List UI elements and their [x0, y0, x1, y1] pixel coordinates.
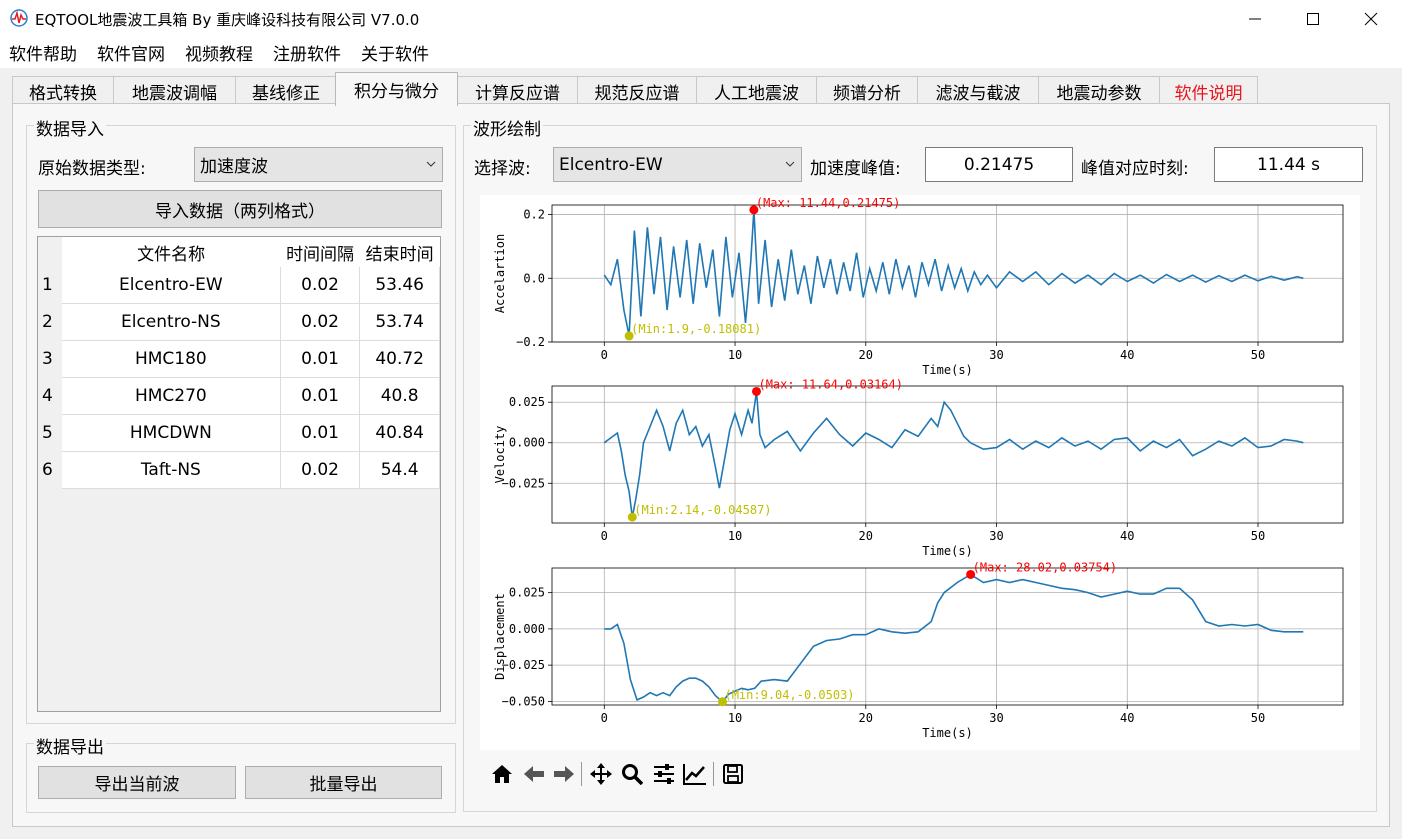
save-icon[interactable] [721, 762, 745, 786]
min-annotation: (Min:2.14,-0.04587) [634, 503, 771, 517]
configure-subplots-icon[interactable] [652, 762, 676, 786]
zoom-icon[interactable] [620, 762, 644, 786]
x-axis-label: Time(s) [922, 363, 973, 377]
x-tick-label: 0 [601, 348, 608, 362]
y-tick-label: 0.000 [509, 622, 545, 636]
x-tick-label: 10 [728, 529, 742, 543]
x-tick-label: 10 [728, 711, 742, 725]
forward-icon[interactable] [552, 762, 576, 786]
chart-3: 0 10 20 30 40 50 −0.050 −0.025 0.000 0.025 Time(s)… [493, 560, 1344, 740]
axes-frame [551, 567, 1344, 706]
series-line [603, 209, 1304, 336]
max-annotation: (Max: 11.44,0.21475) [756, 196, 901, 210]
toolbar-separator [581, 762, 582, 786]
max-annotation: (Max: 11.64,0.03164) [758, 377, 903, 391]
back-icon[interactable] [522, 762, 546, 786]
x-tick-label: 40 [1120, 348, 1134, 362]
y-axis-label: Displacement [493, 593, 507, 680]
series-line [604, 573, 1304, 703]
y-tick-label: −0.2 [516, 335, 545, 349]
x-tick-label: 10 [728, 348, 742, 362]
home-icon[interactable] [490, 762, 514, 786]
x-tick-label: 50 [1251, 711, 1265, 725]
plot-area[interactable]: 0 10 20 30 40 50 −0.2 0.0 0.2 Time(s) Accelartion (… [0, 0, 1402, 839]
series-line [603, 391, 1304, 518]
x-axis-label: Time(s) [922, 544, 973, 558]
y-tick-label: −0.025 [502, 476, 545, 490]
x-tick-label: 30 [989, 529, 1003, 543]
x-tick-label: 30 [989, 711, 1003, 725]
y-axis-label: Accelartion [493, 234, 507, 313]
x-tick-label: 40 [1120, 711, 1134, 725]
tab-integration-differentiation[interactable]: 积分与微分 [335, 72, 458, 106]
toolbar-separator [713, 762, 714, 786]
y-tick-label: −0.025 [502, 658, 545, 672]
y-tick-label: 0.025 [509, 586, 545, 600]
x-tick-label: 20 [859, 711, 873, 725]
y-axis-label: Velocity [493, 426, 507, 484]
max-annotation: (Max: 28.02,0.03754) [973, 560, 1117, 574]
min-annotation: (Min:1.9,-0.18081) [631, 322, 761, 336]
x-tick-label: 50 [1251, 529, 1265, 543]
x-tick-label: 50 [1251, 348, 1265, 362]
x-tick-label: 0 [601, 711, 608, 725]
y-tick-label: 0.2 [523, 208, 545, 222]
chart-2: 0 10 20 30 40 50 −0.025 0.000 0.025 Time(s) Veloci… [493, 377, 1344, 558]
chart-1: 0 10 20 30 40 50 −0.2 0.0 0.2 Time(s) Accelartion (… [493, 196, 1344, 377]
x-tick-label: 30 [989, 348, 1003, 362]
edit-axis-icon[interactable] [683, 762, 707, 786]
x-tick-label: 40 [1120, 529, 1134, 543]
x-tick-label: 20 [859, 529, 873, 543]
x-axis-label: Time(s) [922, 726, 973, 740]
y-tick-label: −0.050 [502, 694, 545, 708]
y-tick-label: 0.000 [509, 436, 545, 450]
y-tick-label: 0.0 [523, 271, 545, 285]
pan-icon[interactable] [589, 762, 613, 786]
x-tick-label: 0 [601, 529, 608, 543]
min-annotation: (Min:9.04,-0.0503) [724, 688, 854, 702]
x-tick-label: 20 [859, 348, 873, 362]
y-tick-label: 0.025 [509, 395, 545, 409]
